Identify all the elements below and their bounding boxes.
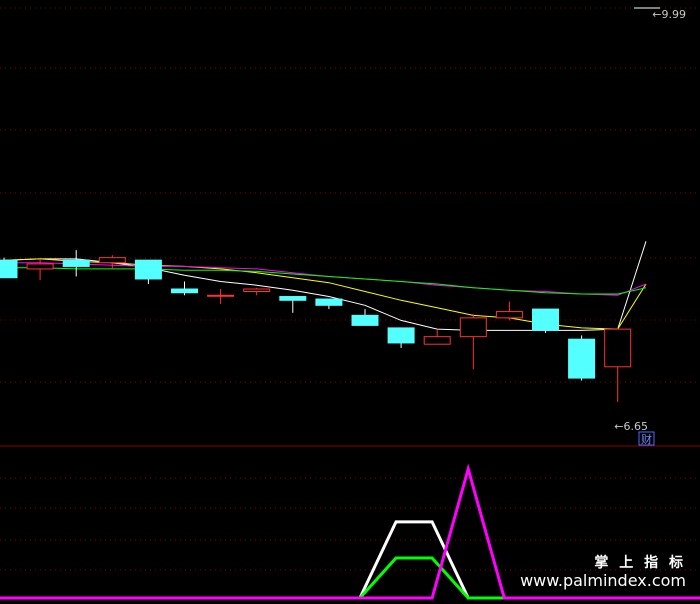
candle [532, 308, 559, 333]
candle-body [495, 311, 523, 319]
candle [26, 258, 54, 281]
candle [207, 289, 235, 305]
candle [0, 257, 18, 279]
candle-body [207, 294, 235, 297]
candle-body [0, 259, 18, 279]
candle [134, 259, 162, 284]
candle [387, 327, 415, 348]
candle-body [568, 338, 596, 379]
candle [459, 314, 487, 370]
ma-line-3 [4, 262, 647, 296]
chart-stage: ←9.99 ←6.65 财 掌 上 指 标 www.palmindex.com [0, 0, 700, 604]
candle-body [351, 314, 379, 326]
candle [568, 335, 596, 381]
price-max-label: ←9.99 [652, 8, 686, 21]
price-min-label: ←6.65 [614, 420, 648, 433]
watermark-url: www.palmindex.com [520, 571, 686, 590]
candle [279, 296, 307, 313]
candle-body [26, 263, 54, 270]
candle-body [315, 298, 343, 306]
candle-body [387, 327, 415, 344]
candle-body [532, 308, 559, 331]
candle [243, 287, 271, 296]
candle [604, 327, 632, 402]
candlestick-chart: ←9.99 ←6.65财 [0, 7, 700, 600]
candle [351, 309, 379, 326]
candle-body [171, 288, 198, 294]
candle-body [459, 317, 487, 338]
candle-body [243, 288, 271, 293]
candle [423, 329, 451, 345]
candle-body [604, 328, 632, 368]
candle [62, 250, 90, 277]
candle-body [62, 259, 90, 267]
candle-body [423, 336, 451, 345]
candle [98, 255, 126, 269]
candle-body [279, 296, 307, 301]
badge-label: 财 [641, 432, 652, 446]
candle [315, 298, 343, 310]
watermark-title: 掌 上 指 标 [594, 555, 686, 571]
candle-body [134, 259, 162, 280]
ma-line-4 [4, 267, 647, 295]
candle [171, 281, 198, 296]
candle [495, 301, 523, 321]
candle-body [98, 257, 126, 264]
